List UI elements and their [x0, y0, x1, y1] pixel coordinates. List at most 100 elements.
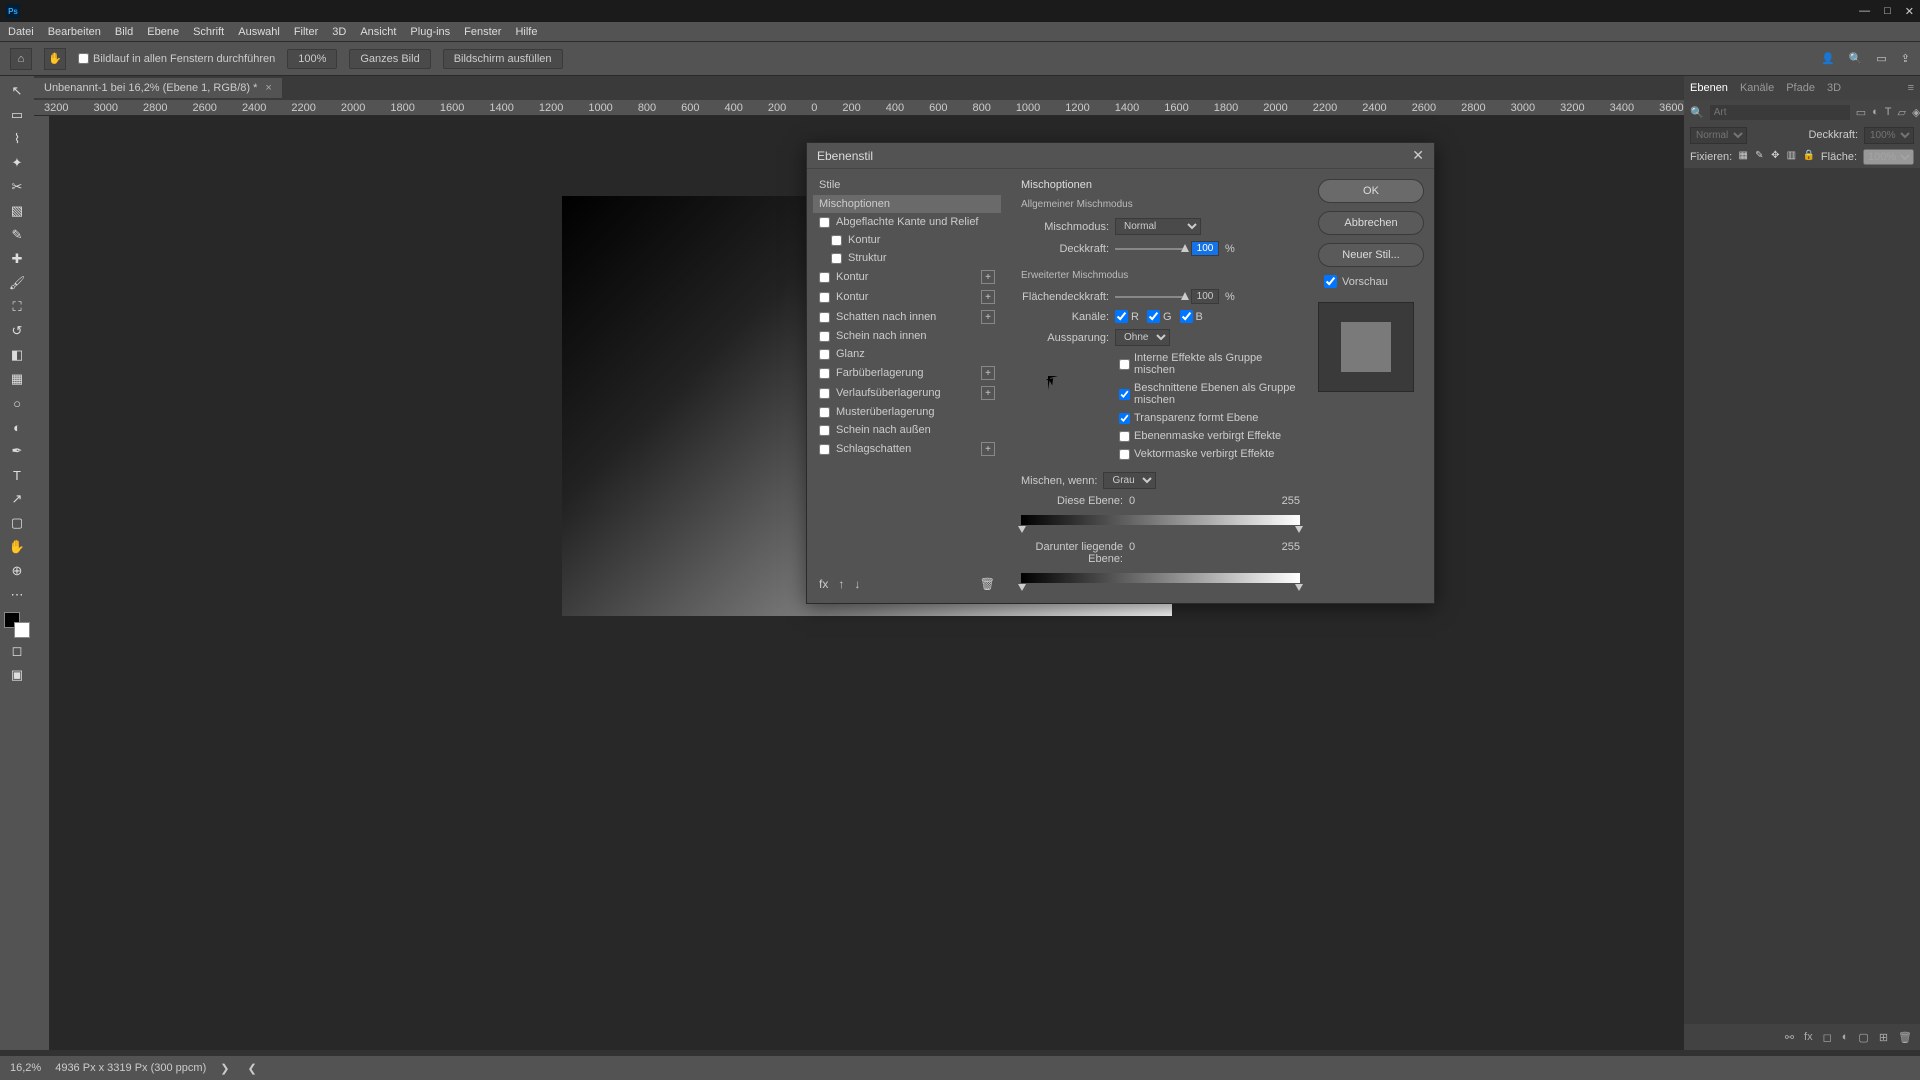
blend-mode-dropdown[interactable]: Normal	[1115, 218, 1201, 235]
style-item[interactable]: Schlagschatten+	[813, 439, 1001, 459]
fit-screen-button[interactable]: Ganzes Bild	[349, 49, 430, 69]
channel-r-checkbox[interactable]	[1115, 310, 1128, 323]
wand-tool-icon[interactable]: ✦	[4, 152, 30, 174]
dialog-close-icon[interactable]: ✕	[1412, 147, 1424, 164]
cancel-button[interactable]: Abbrechen	[1318, 211, 1424, 235]
opacity-value[interactable]: 100	[1191, 241, 1219, 256]
search-icon[interactable]: 🔍	[1849, 52, 1863, 65]
filter-adj-icon[interactable]: ◐	[1872, 104, 1879, 120]
tab-close-icon[interactable]: ×	[265, 82, 271, 94]
add-instance-icon[interactable]: +	[981, 386, 995, 400]
lock-pixels-icon[interactable]: ▦	[1738, 150, 1748, 164]
eyedropper-tool-icon[interactable]: ✎	[4, 224, 30, 246]
close-button[interactable]: ✕	[1905, 5, 1914, 18]
lock-all-icon[interactable]: 🔒	[1802, 150, 1814, 164]
filter-type-icon[interactable]: T	[1885, 104, 1892, 120]
share-icon[interactable]: ⇪	[1901, 52, 1910, 65]
channel-b-checkbox[interactable]	[1180, 310, 1193, 323]
style-item[interactable]: Verlaufsüberlagerung+	[813, 383, 1001, 403]
lock-position-icon[interactable]: ✎	[1754, 150, 1764, 164]
fill-screen-button[interactable]: Bildschirm ausfüllen	[443, 49, 563, 69]
shape-tool-icon[interactable]: ▢	[4, 512, 30, 534]
history-brush-icon[interactable]: ↺	[4, 320, 30, 342]
style-item[interactable]: Schein nach innen	[813, 327, 1001, 345]
style-down-icon[interactable]: ↓	[854, 577, 860, 591]
hand-tool-icon[interactable]: ✋	[44, 48, 66, 70]
status-zoom[interactable]: 16,2%	[10, 1062, 41, 1074]
zoom-tool-icon[interactable]: ⊕	[4, 560, 30, 582]
fx-menu-icon[interactable]: fx	[819, 577, 828, 591]
new-style-button[interactable]: Neuer Stil...	[1318, 243, 1424, 267]
new-layer-icon[interactable]: ⊞	[1879, 1031, 1888, 1044]
style-item[interactable]: Kontur+	[813, 267, 1001, 287]
underlying-gradient[interactable]	[1021, 573, 1300, 583]
style-item[interactable]: Farbüberlagerung+	[813, 363, 1001, 383]
maximize-button[interactable]: □	[1884, 5, 1891, 18]
quick-mask-icon[interactable]: ◻	[4, 640, 30, 662]
transparency-shapes-checkbox[interactable]	[1119, 413, 1130, 424]
style-delete-icon[interactable]: 🗑	[980, 577, 995, 591]
heal-tool-icon[interactable]: ✚	[4, 248, 30, 270]
add-instance-icon[interactable]: +	[981, 270, 995, 284]
style-checkbox[interactable]	[819, 407, 830, 418]
zoom-100-button[interactable]: 100%	[287, 49, 337, 69]
dodge-tool-icon[interactable]: ◐	[4, 416, 30, 438]
color-swatches[interactable]	[4, 612, 30, 638]
crop-tool-icon[interactable]: ✂	[4, 176, 30, 198]
hand-tool-icon[interactable]: ✋	[4, 536, 30, 558]
style-item[interactable]: Struktur	[813, 249, 1001, 267]
style-checkbox[interactable]	[819, 349, 830, 360]
style-checkbox[interactable]	[831, 253, 842, 264]
style-item[interactable]: Schatten nach innen+	[813, 307, 1001, 327]
brush-tool-icon[interactable]: 🖌	[4, 272, 30, 294]
tab-3d[interactable]: 3D	[1827, 82, 1841, 94]
blur-tool-icon[interactable]: ○	[4, 392, 30, 414]
channel-g-checkbox[interactable]	[1147, 310, 1160, 323]
menu-ansicht[interactable]: Ansicht	[360, 26, 396, 38]
add-instance-icon[interactable]: +	[981, 290, 995, 304]
style-item[interactable]: Mischoptionen	[813, 195, 1001, 213]
pen-tool-icon[interactable]: ✒	[4, 440, 30, 462]
status-arrow-icon[interactable]: ❯	[220, 1062, 229, 1075]
vector-mask-hides-checkbox[interactable]	[1119, 449, 1130, 460]
menu-schrift[interactable]: Schrift	[193, 26, 224, 38]
style-up-icon[interactable]: ↑	[838, 577, 844, 591]
edit-toolbar-icon[interactable]: ⋯	[4, 584, 30, 606]
add-instance-icon[interactable]: +	[981, 310, 995, 324]
this-layer-gradient[interactable]	[1021, 515, 1300, 525]
style-item[interactable]: Musterüberlagerung	[813, 403, 1001, 421]
group-icon[interactable]: ▢	[1858, 1031, 1868, 1044]
lasso-tool-icon[interactable]: ⌇	[4, 128, 30, 150]
tab-pfade[interactable]: Pfade	[1786, 82, 1815, 94]
search-icon[interactable]: 🔍	[1690, 104, 1704, 120]
layer-mask-hides-checkbox[interactable]	[1119, 431, 1130, 442]
panel-menu-icon[interactable]: ≡	[1908, 82, 1914, 94]
style-checkbox[interactable]	[819, 272, 830, 283]
frame-tool-icon[interactable]: ▧	[4, 200, 30, 222]
stamp-tool-icon[interactable]: ⛶	[4, 296, 30, 318]
link-layers-icon[interactable]: ⚯	[1785, 1031, 1794, 1044]
menu-plugins[interactable]: Plug-ins	[410, 26, 450, 38]
type-tool-icon[interactable]: T	[4, 464, 30, 486]
menu-auswahl[interactable]: Auswahl	[238, 26, 280, 38]
style-checkbox[interactable]	[831, 235, 842, 246]
style-item[interactable]: Kontur	[813, 231, 1001, 249]
lock-nest-icon[interactable]: ▥	[1786, 150, 1796, 164]
layers-list[interactable]	[1684, 168, 1920, 1024]
delete-icon[interactable]: 🗑	[1898, 1031, 1912, 1044]
style-item[interactable]: Kontur+	[813, 287, 1001, 307]
fill-opacity-slider[interactable]	[1115, 296, 1185, 298]
fx-icon[interactable]: fx	[1804, 1031, 1813, 1043]
cloud-icon[interactable]: 👤	[1821, 52, 1835, 65]
lock-move-icon[interactable]: ✥	[1770, 150, 1780, 164]
style-checkbox[interactable]	[819, 388, 830, 399]
preview-checkbox[interactable]	[1324, 275, 1337, 288]
filter-img-icon[interactable]: ▭	[1856, 104, 1866, 120]
adjustment-icon[interactable]: ◐	[1842, 1031, 1849, 1043]
menu-bearbeiten[interactable]: Bearbeiten	[48, 26, 101, 38]
home-icon[interactable]: ⌂	[10, 48, 32, 70]
style-item[interactable]: Glanz	[813, 345, 1001, 363]
menu-3d[interactable]: 3D	[332, 26, 346, 38]
eraser-tool-icon[interactable]: ◧	[4, 344, 30, 366]
screen-mode-icon[interactable]: ▣	[4, 664, 30, 686]
